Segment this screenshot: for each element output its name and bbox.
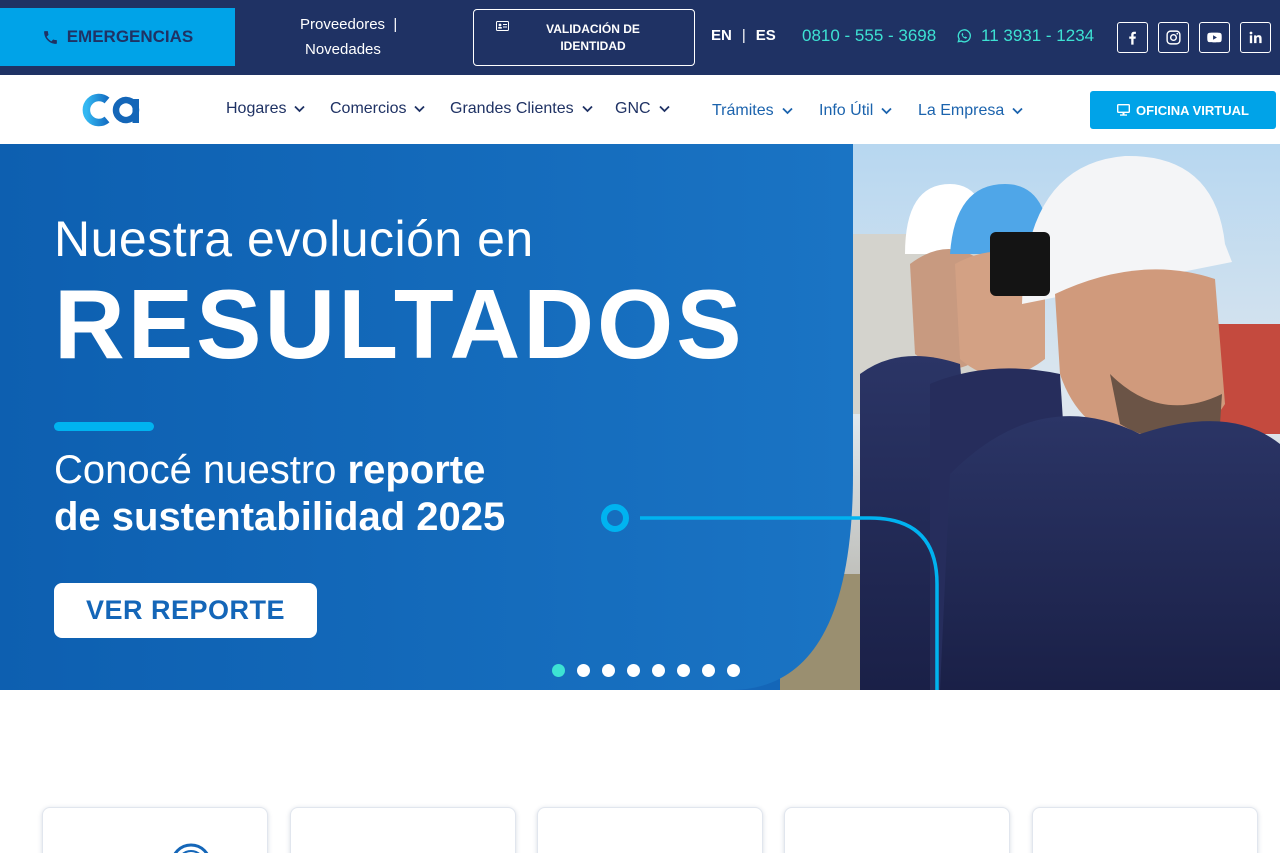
carousel-dot-3[interactable] bbox=[602, 664, 615, 677]
facebook-icon bbox=[1129, 31, 1136, 45]
phone-icon bbox=[43, 30, 57, 44]
quick-access-card-5[interactable] bbox=[1032, 807, 1258, 853]
hero-title-line2: RESULTADOS bbox=[54, 269, 745, 379]
hero-banner: Nuestra evolución en RESULTADOS Conocé n… bbox=[0, 144, 1280, 690]
nav-hogares-label: Hogares bbox=[226, 100, 287, 117]
hero-subtitle-b: reporte bbox=[347, 448, 486, 492]
lang-es[interactable]: ES bbox=[756, 27, 776, 44]
nav-grandes-clientes[interactable]: Grandes Clientes bbox=[450, 100, 593, 118]
instagram-icon bbox=[1166, 30, 1181, 45]
carousel-dot-7[interactable] bbox=[702, 664, 715, 677]
chevron-down-icon bbox=[294, 105, 306, 113]
chevron-down-icon bbox=[782, 107, 793, 115]
nav-grandes-clientes-label: Grandes Clientes bbox=[450, 100, 574, 117]
quick-access-card-3[interactable] bbox=[537, 807, 763, 853]
nav-la-empresa-label: La Empresa bbox=[918, 102, 1005, 119]
gauge-icon bbox=[173, 843, 209, 853]
chevron-down-icon bbox=[881, 107, 892, 115]
hero-subtitle-a: Conocé nuestro bbox=[54, 448, 348, 492]
carousel-dot-6[interactable] bbox=[677, 664, 690, 677]
nav-tramites[interactable]: Trámites bbox=[712, 102, 793, 120]
emergencias-button[interactable]: EMERGENCIAS bbox=[0, 8, 235, 66]
emergencias-label: EMERGENCIAS bbox=[66, 27, 194, 46]
id-card-icon bbox=[496, 21, 509, 31]
nav-tramites-label: Trámites bbox=[712, 102, 774, 119]
separator: | bbox=[393, 16, 398, 33]
monitor-icon bbox=[1117, 104, 1131, 116]
proveedores-link[interactable]: Proveedores bbox=[300, 16, 385, 33]
chevron-down-icon bbox=[1012, 107, 1023, 115]
youtube-link[interactable] bbox=[1199, 22, 1230, 53]
nav-info-util[interactable]: Info Útil bbox=[819, 102, 892, 120]
main-navigation: Hogares Comercios Grandes Clientes GNC T… bbox=[0, 75, 1280, 144]
nav-hogares[interactable]: Hogares bbox=[226, 100, 306, 118]
lang-separator: | bbox=[741, 27, 746, 44]
carousel-dot-5[interactable] bbox=[652, 664, 665, 677]
validacion-label: VALIDACIÓN DE IDENTIDAD bbox=[546, 21, 640, 53]
oficina-virtual-label: OFICINA VIRTUAL bbox=[1136, 102, 1249, 118]
hero-subtitle-c: de sustentabilidad 2025 bbox=[54, 495, 506, 539]
quick-access-card-2[interactable] bbox=[290, 807, 516, 853]
whatsapp-number: 11 3931 - 1234 bbox=[981, 26, 1095, 45]
nav-gnc-label: GNC bbox=[615, 100, 651, 117]
camuzzi-logo[interactable] bbox=[80, 93, 142, 127]
whatsapp-icon bbox=[957, 29, 971, 43]
quick-access-card-4[interactable] bbox=[784, 807, 1010, 853]
hero-accent-bar bbox=[54, 422, 154, 431]
chevron-down-icon bbox=[581, 105, 593, 113]
nav-info-util-label: Info Útil bbox=[819, 102, 874, 119]
carousel-dot-2[interactable] bbox=[577, 664, 590, 677]
chevron-down-icon bbox=[658, 105, 670, 113]
quick-access-card-1[interactable] bbox=[42, 807, 268, 853]
lang-en[interactable]: EN bbox=[711, 27, 732, 44]
oficina-virtual-button[interactable]: OFICINA VIRTUAL bbox=[1090, 91, 1276, 129]
phone-number-link[interactable]: 0810 - 555 - 3698 bbox=[802, 26, 936, 46]
whatsapp-link[interactable]: 11 3931 - 1234 bbox=[956, 26, 1094, 46]
nav-comercios[interactable]: Comercios bbox=[330, 100, 426, 118]
carousel-dot-4[interactable] bbox=[627, 664, 640, 677]
language-switch: EN | ES bbox=[711, 27, 776, 44]
youtube-icon bbox=[1207, 32, 1222, 43]
nav-la-empresa[interactable]: La Empresa bbox=[918, 102, 1023, 120]
linkedin-link[interactable] bbox=[1240, 22, 1271, 53]
nav-gnc[interactable]: GNC bbox=[615, 100, 670, 118]
top-bar: EMERGENCIAS Proveedores | Novedades VALI… bbox=[0, 0, 1280, 75]
quick-access-cards bbox=[0, 807, 1280, 853]
validacion-identidad-button[interactable]: VALIDACIÓN DE IDENTIDAD bbox=[473, 9, 695, 66]
nav-comercios-label: Comercios bbox=[330, 100, 407, 117]
chevron-down-icon bbox=[414, 105, 426, 113]
instagram-link[interactable] bbox=[1158, 22, 1189, 53]
novedades-link[interactable]: Novedades bbox=[305, 41, 381, 58]
facebook-link[interactable] bbox=[1117, 22, 1148, 53]
ver-reporte-button[interactable]: VER REPORTE bbox=[54, 583, 317, 638]
carousel-dots bbox=[552, 664, 740, 677]
carousel-dot-8[interactable] bbox=[727, 664, 740, 677]
hero-title-line1: Nuestra evolución en bbox=[54, 211, 534, 267]
hero-subtitle: Conocé nuestro reporte de sustentabilida… bbox=[54, 447, 505, 541]
proveedores-novedades: Proveedores | Novedades bbox=[300, 12, 400, 62]
carousel-dot-1[interactable] bbox=[552, 664, 565, 677]
linkedin-icon bbox=[1249, 31, 1262, 44]
